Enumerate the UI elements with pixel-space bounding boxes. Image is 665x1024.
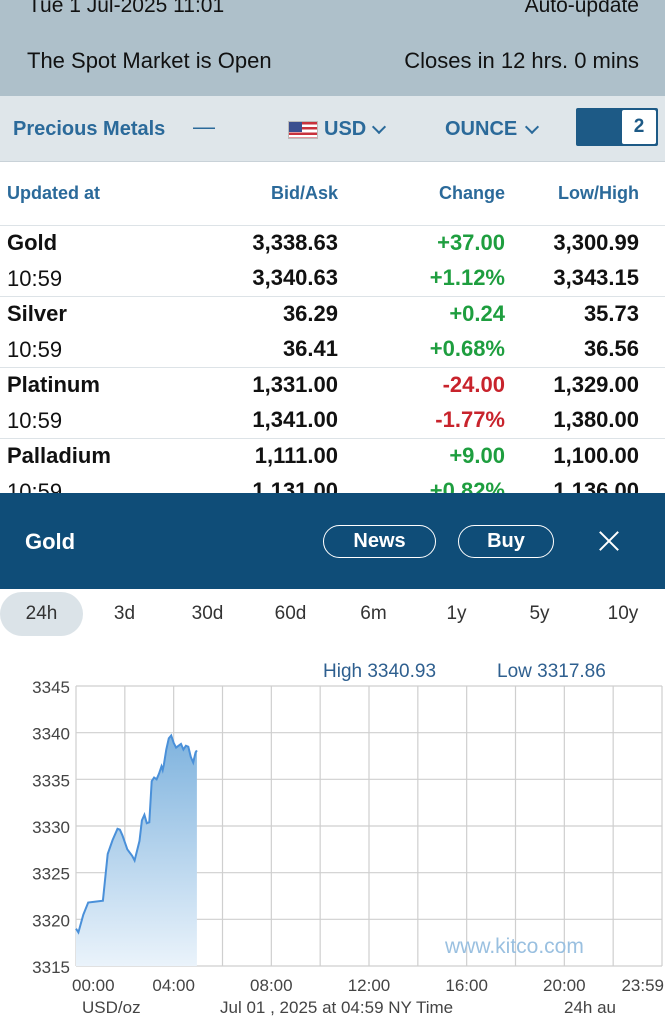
x-tick-label: 08:00 <box>250 976 293 995</box>
chart-high-label: High 3340.93 <box>323 661 436 682</box>
datetime-label: Tue 1 Jul-2025 11:01 <box>28 0 225 17</box>
tab-24h[interactable]: 24h <box>0 592 83 636</box>
category-selector[interactable]: Precious Metals <box>13 118 165 141</box>
tab-10y[interactable]: 10y <box>581 592 665 636</box>
x-tick-label: 04:00 <box>152 976 195 995</box>
metal-name: Palladium <box>7 443 111 468</box>
high-price: 1,380.00 <box>553 407 639 432</box>
span-label: 24h au <box>564 998 616 1017</box>
y-tick-label: 3335 <box>32 771 70 790</box>
tab-1y[interactable]: 1y <box>415 592 498 636</box>
tab-5y[interactable]: 5y <box>498 592 581 636</box>
detail-title: Gold <box>25 529 76 554</box>
updated-time: 10:59 <box>7 479 63 494</box>
change-value: +0.24 <box>449 301 505 326</box>
change-percent: +1.12% <box>429 265 505 290</box>
low-price: 3,300.99 <box>553 230 639 255</box>
currency-label: USD <box>324 118 367 140</box>
x-tick-label: 00:00 <box>72 976 115 995</box>
date-label: Jul 01 , 2025 at 04:59 NY Time <box>220 998 453 1017</box>
bid-price: 1,111.00 <box>254 443 338 468</box>
close-icon[interactable] <box>596 528 622 554</box>
chevron-down-icon <box>525 119 540 134</box>
high-price: 3,343.15 <box>553 265 639 290</box>
high-price: 1,136.00 <box>553 478 639 494</box>
ask-price: 1,341.00 <box>252 407 338 432</box>
unit-label: USD/oz <box>82 998 141 1017</box>
high-price: 36.56 <box>583 336 639 361</box>
auto-update-toggle[interactable]: Auto-update <box>525 0 639 18</box>
detail-header: Gold News Buy <box>0 493 665 589</box>
low-price: 1,100.00 <box>553 443 639 468</box>
tab-60d[interactable]: 60d <box>249 592 332 636</box>
low-price: 1,329.00 <box>553 372 639 397</box>
table-row[interactable]: Platinum 10:59 1,331.00 1,341.00 -24.00 … <box>0 368 665 439</box>
unit-label: OUNCE <box>445 118 518 140</box>
table-header: Updated at Bid/Ask Change Low/High <box>0 162 665 226</box>
y-tick-label: 3325 <box>32 865 70 884</box>
range-tabs: 24h 3d 30d 60d 6m 1y 5y 10y <box>0 589 665 641</box>
change-percent: +0.82% <box>429 478 505 494</box>
header-change: Change <box>438 183 505 203</box>
metals-table: Gold 10:59 3,338.63 3,340.63 +37.00 +1.1… <box>0 226 665 494</box>
market-status-header: Tue 1 Jul-2025 11:01 Auto-update The Spo… <box>0 0 665 96</box>
chart-low-label: Low 3317.86 <box>497 661 606 682</box>
updated-time: 10:59 <box>7 408 63 433</box>
kitco-watermark: www.kitco.com <box>444 935 584 958</box>
low-price: 35.73 <box>583 301 639 326</box>
header-updated: Updated at <box>7 183 101 203</box>
bid-price: 1,331.00 <box>252 372 338 397</box>
y-tick-label: 3320 <box>32 911 70 930</box>
buy-button[interactable]: Buy <box>458 525 554 558</box>
us-flag-icon <box>288 120 318 139</box>
market-open-status: The Spot Market is Open <box>27 48 272 73</box>
change-percent: -1.77% <box>435 407 505 432</box>
header-lowhigh: Low/High <box>558 183 639 203</box>
chevron-down-icon <box>372 119 387 134</box>
category-dash: — <box>193 114 215 139</box>
tab-3d[interactable]: 3d <box>83 592 166 636</box>
x-tick-label: 23:59 <box>621 976 664 995</box>
metal-name: Gold <box>7 230 58 255</box>
header-bidask: Bid/Ask <box>270 183 338 203</box>
ask-price: 1,131.00 <box>252 478 338 494</box>
metal-name: Silver <box>7 301 67 326</box>
currency-selector[interactable]: USD <box>288 118 387 141</box>
bid-price: 36.29 <box>282 301 338 326</box>
unit-selector[interactable]: OUNCE <box>445 118 540 141</box>
change-percent: +0.68% <box>429 336 505 361</box>
market-closes-countdown: Closes in 12 hrs. 0 mins <box>404 48 639 73</box>
y-tick-label: 3345 <box>32 678 70 697</box>
price-chart: 3345 3340 3335 3330 3325 3320 3315 00:00 04:00 08… <box>0 641 665 1024</box>
updated-time: 10:59 <box>7 266 63 291</box>
x-tick-label: 20:00 <box>543 976 586 995</box>
y-tick-label: 3330 <box>32 818 70 837</box>
updated-time: 10:59 <box>7 337 63 362</box>
filter-bar: Precious Metals — USD OUNCE 2 <box>0 96 665 162</box>
toggle-knob: 2 <box>622 110 656 144</box>
price-chart-svg: 3345 3340 3335 3330 3325 3320 331500:00 04:00 08… <box>32 661 664 1017</box>
metal-name: Platinum <box>7 372 100 397</box>
x-tick-label: 12:00 <box>348 976 391 995</box>
change-value: +9.00 <box>449 443 505 468</box>
ask-price: 3,340.63 <box>252 265 338 290</box>
tab-6m[interactable]: 6m <box>332 592 415 636</box>
y-tick-label: 3340 <box>32 725 70 744</box>
x-tick-label: 16:00 <box>445 976 488 995</box>
y-tick-label: 3315 <box>32 958 70 977</box>
tab-30d[interactable]: 30d <box>166 592 249 636</box>
change-value: +37.00 <box>437 230 505 255</box>
table-row[interactable]: Gold 10:59 3,338.63 3,340.63 +37.00 +1.1… <box>0 226 665 297</box>
news-button[interactable]: News <box>323 525 436 558</box>
table-row[interactable]: Silver 10:59 36.29 36.41 +0.24 +0.68% 35… <box>0 297 665 368</box>
bid-price: 3,338.63 <box>252 230 338 255</box>
decimal-toggle[interactable]: 2 <box>576 108 658 146</box>
change-value: -24.00 <box>442 372 505 397</box>
table-row[interactable]: Palladium 10:59 1,111.00 1,131.00 +9.00 … <box>0 439 665 494</box>
ask-price: 36.41 <box>282 336 338 361</box>
